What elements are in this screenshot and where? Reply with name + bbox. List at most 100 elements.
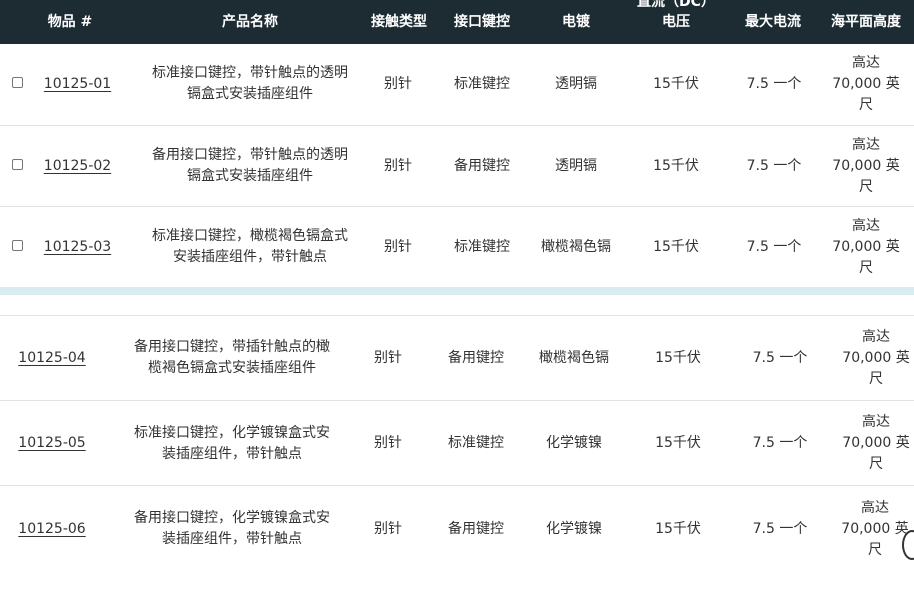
- altitude-line2: 70,000 英: [832, 238, 900, 255]
- current-cell: 7.5 一个: [752, 435, 808, 451]
- plating-cell: 橄榄褐色镉: [541, 238, 611, 255]
- product-name-line1: 标准接口键控，化学镀镍盒式安: [134, 424, 330, 441]
- item-link[interactable]: 10125-04: [18, 348, 85, 369]
- header-item[interactable]: 物品 #: [40, 0, 100, 44]
- header-plating-label: 电镀: [562, 14, 590, 30]
- plating-cell: 橄榄褐色镉: [539, 349, 609, 366]
- altitude-cell: 高达 70,000 英尺: [836, 401, 914, 486]
- header-keying[interactable]: 接口键控: [446, 0, 518, 44]
- product-name-cell: 备用接口键控，带插针触点的橄 榄褐色镉盒式安装插座组件: [120, 316, 344, 400]
- row-select-checkbox[interactable]: [12, 159, 23, 170]
- item-link[interactable]: 10125-06: [18, 519, 85, 540]
- contact-type-cell: 别针: [374, 520, 402, 537]
- voltage-cell: 15千伏: [655, 349, 701, 366]
- current-cell: 7.5 一个: [746, 238, 802, 255]
- altitude-line2: 70,000 英: [832, 157, 900, 174]
- current-cell: 7.5 一个: [752, 520, 808, 537]
- keying-cell: 备用键控: [454, 157, 510, 174]
- altitude-line3: 尺: [859, 259, 873, 276]
- plating-cell: 化学镀镍: [546, 435, 602, 451]
- keying-cell: 标准键控: [448, 435, 504, 451]
- item-link[interactable]: 10125-03: [44, 237, 111, 258]
- keying-cell: 备用键控: [448, 520, 504, 537]
- altitude-cell: 高达 70,000 英尺: [826, 126, 906, 206]
- table-header: 物品 # 产品名称 接触类型 接口键控 电镀 直流（DC） 电压 最大电流 海平…: [0, 0, 914, 44]
- plating-cell: 化学镀镍: [546, 520, 602, 537]
- item-number-cell: 10125-03: [40, 207, 115, 287]
- voltage-cell: 15千伏: [653, 238, 699, 255]
- voltage-cell: 15千伏: [653, 75, 699, 92]
- altitude-line3: 尺: [869, 456, 883, 472]
- product-name-line2: 装插座组件，带针触点: [162, 531, 302, 547]
- header-keying-label: 接口键控: [454, 14, 510, 30]
- altitude-line2: 70,000 英: [832, 75, 900, 92]
- section-divider: [0, 287, 914, 295]
- plating-cell: 透明镉: [555, 75, 597, 92]
- table-row: 10125-06 备用接口键控，化学镀镍盒式安 装插座组件，带针触点 别针 备用键…: [0, 485, 914, 572]
- header-altitude[interactable]: 海平面高度: [826, 0, 906, 44]
- header-item-label: 物品 #: [47, 14, 93, 30]
- table-row: 10125-05 标准接口键控，化学镀镍盒式安 装插座组件，带针触点 别针 标准键…: [0, 400, 914, 486]
- header-voltage-line1: 直流（DC）: [637, 0, 715, 10]
- item-link[interactable]: 10125-01: [44, 74, 111, 95]
- contact-type-cell: 别针: [374, 349, 402, 366]
- keying-cell: 标准键控: [454, 238, 510, 255]
- altitude-cell: 高达 70,000 英尺: [826, 207, 906, 287]
- altitude-line1: 高达: [852, 136, 880, 153]
- voltage-cell: 15千伏: [655, 435, 701, 451]
- altitude-line2: 70,000 英: [842, 435, 910, 451]
- current-cell: 7.5 一个: [746, 157, 802, 174]
- product-name-cell: 备用接口键控，化学镀镍盒式安 装插座组件，带针触点: [120, 486, 344, 572]
- item-link[interactable]: 10125-05: [18, 433, 85, 454]
- product-name-line2: 装插座组件，带针触点: [162, 445, 302, 462]
- contact-type-cell: 别针: [384, 75, 412, 92]
- item-number-cell: 10125-02: [40, 126, 115, 206]
- product-name-line2: 榄褐色镉盒式安装插座组件: [148, 360, 316, 376]
- altitude-line2: 70,000 英: [841, 520, 909, 537]
- current-cell: 7.5 一个: [746, 75, 802, 92]
- altitude-line1: 高达: [862, 328, 890, 345]
- item-number-cell: 10125-06: [16, 486, 88, 572]
- product-name-line2: 安装插座组件，带针触点: [173, 249, 327, 265]
- header-max-current-label: 最大电流: [745, 14, 801, 30]
- header-contact-type-label: 接触类型: [371, 14, 427, 30]
- altitude-line1: 高达: [861, 499, 889, 516]
- altitude-line1: 高达: [862, 414, 890, 430]
- contact-type-cell: 别针: [384, 238, 412, 255]
- item-link[interactable]: 10125-02: [44, 156, 111, 177]
- keying-cell: 备用键控: [448, 349, 504, 366]
- altitude-cell: 高达 70,000 英尺: [836, 486, 914, 572]
- table-row: 10125-01 标准接口键控，带针触点的透明 镉盒式安装插座组件 别针 标准键控…: [0, 44, 914, 124]
- header-product-name[interactable]: 产品名称: [150, 0, 350, 44]
- product-name-line2: 镉盒式安装插座组件: [187, 168, 313, 184]
- altitude-line3: 尺: [868, 541, 882, 558]
- product-name-cell: 备用接口键控，带针触点的透明 镉盒式安装插座组件: [140, 126, 360, 206]
- row-select-checkbox[interactable]: [12, 77, 23, 88]
- altitude-line3: 尺: [859, 96, 873, 113]
- header-altitude-label: 海平面高度: [831, 14, 901, 30]
- header-max-current[interactable]: 最大电流: [738, 0, 808, 44]
- altitude-line1: 高达: [852, 217, 880, 234]
- product-name-line1: 备用接口键控，带针触点的透明: [152, 147, 348, 163]
- product-name-line1: 标准接口键控，橄榄褐色镉盒式: [152, 228, 348, 244]
- product-name-cell: 标准接口键控，带针触点的透明 镉盒式安装插座组件: [140, 44, 360, 124]
- altitude-line1: 高达: [852, 54, 880, 71]
- keying-cell: 标准键控: [454, 75, 510, 92]
- header-contact-type[interactable]: 接触类型: [364, 0, 434, 44]
- row-select-checkbox[interactable]: [12, 240, 23, 251]
- product-name-line1: 标准接口键控，带针触点的透明: [152, 65, 348, 81]
- product-name-line1: 备用接口键控，化学镀镍盒式安: [134, 510, 330, 526]
- header-product-name-label: 产品名称: [222, 14, 278, 30]
- header-voltage[interactable]: 直流（DC） 电压: [628, 0, 724, 44]
- voltage-cell: 15千伏: [653, 157, 699, 174]
- altitude-line2: 70,000 英: [842, 349, 910, 366]
- product-name-cell: 标准接口键控，化学镀镍盒式安 装插座组件，带针触点: [120, 401, 344, 486]
- altitude-line3: 尺: [859, 178, 873, 195]
- header-plating[interactable]: 电镀: [540, 0, 612, 44]
- product-name-cell: 标准接口键控，橄榄褐色镉盒式 安装插座组件，带针触点: [140, 207, 360, 287]
- plating-cell: 透明镉: [555, 157, 597, 174]
- table-row: 10125-03 标准接口键控，橄榄褐色镉盒式 安装插座组件，带针触点 别针 标准…: [0, 206, 914, 287]
- altitude-line3: 尺: [869, 370, 883, 387]
- item-number-cell: 10125-05: [16, 401, 88, 486]
- altitude-cell: 高达 70,000 英尺: [836, 316, 914, 400]
